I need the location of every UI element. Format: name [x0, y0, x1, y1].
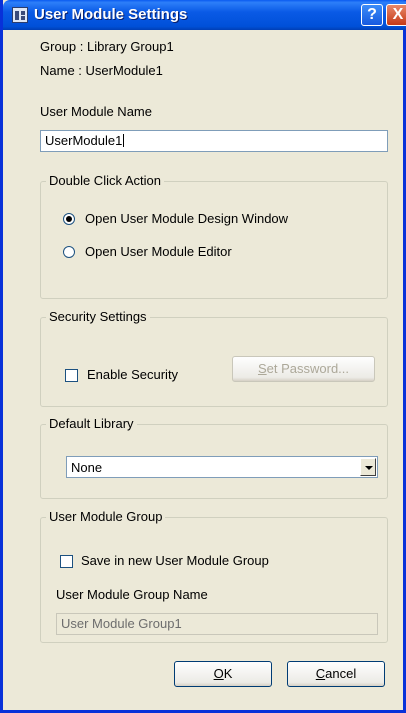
security-settings-title: Security Settings — [46, 309, 150, 324]
module-name-value: UserModule1 — [45, 133, 123, 148]
group-name-label: User Module Group Name — [56, 587, 208, 602]
default-library-select[interactable]: None — [66, 456, 378, 478]
open-design-window-label[interactable]: Open User Module Design Window — [85, 211, 288, 226]
cancel-button[interactable]: Cancel — [287, 661, 385, 687]
module-name-input[interactable]: UserModule1 — [40, 130, 388, 152]
cancel-label: ancel — [325, 666, 357, 681]
ok-button[interactable]: OK — [174, 661, 272, 687]
close-button[interactable]: X — [386, 4, 406, 26]
set-password-mnemonic: S — [257, 361, 267, 376]
module-name-label: User Module Name — [40, 104, 152, 119]
ok-mnemonic: O — [213, 666, 224, 681]
app-icon — [12, 7, 28, 23]
dialog-window: User Module Settings ? X Group : Library… — [0, 0, 406, 713]
default-library-title: Default Library — [46, 416, 137, 431]
default-library-value: None — [71, 460, 103, 475]
save-new-group-label[interactable]: Save in new User Module Group — [81, 553, 269, 568]
group-name-input[interactable]: User Module Group1 — [56, 613, 378, 635]
name-info: Name : UserModule1 — [40, 63, 163, 78]
enable-security-label[interactable]: Enable Security — [87, 367, 178, 382]
text-caret — [123, 134, 125, 147]
set-password-button[interactable]: Set Password... — [232, 356, 375, 382]
cancel-mnemonic: C — [315, 666, 326, 681]
group-info: Group : Library Group1 — [40, 39, 174, 54]
radio-open-design-window[interactable] — [63, 213, 75, 225]
save-new-group-checkbox[interactable] — [60, 555, 73, 568]
title-bar[interactable]: User Module Settings ? X — [3, 0, 406, 30]
open-editor-label[interactable]: Open User Module Editor — [85, 244, 232, 259]
radio-open-editor[interactable] — [63, 246, 75, 258]
double-click-action-title: Double Click Action — [46, 173, 164, 188]
help-button[interactable]: ? — [361, 4, 383, 26]
dropdown-arrow-icon[interactable] — [360, 458, 376, 476]
set-password-label: et Password... — [266, 361, 350, 376]
double-click-action-group: Double Click Action — [40, 173, 388, 299]
ok-label: K — [223, 666, 233, 681]
user-module-group-title: User Module Group — [46, 509, 166, 524]
window-title: User Module Settings — [34, 6, 188, 23]
enable-security-checkbox[interactable] — [65, 369, 78, 382]
